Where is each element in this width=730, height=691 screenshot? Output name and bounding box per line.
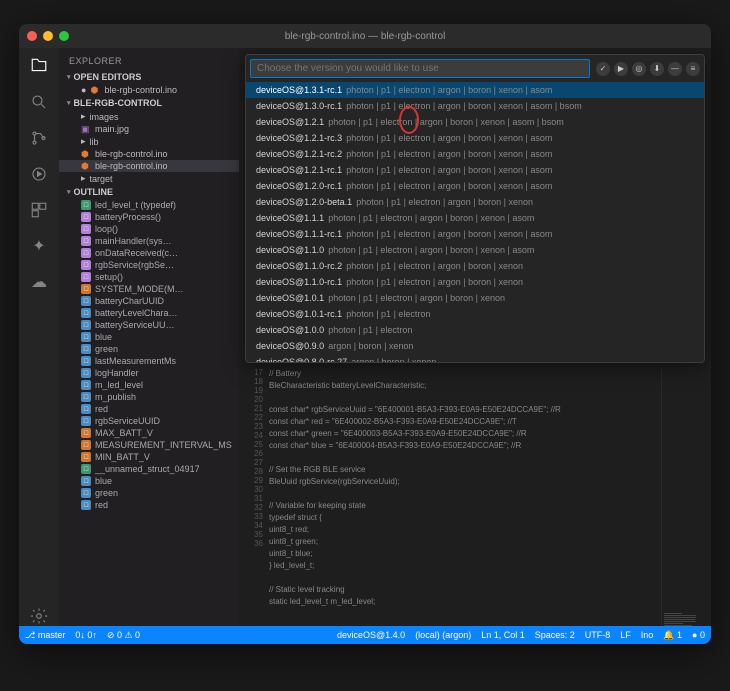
outline-item[interactable]: □green xyxy=(59,343,239,355)
palette-list: deviceOS@1.3.1-rc.1 photon | p1 | electr… xyxy=(246,82,704,362)
status-device[interactable]: deviceOS@1.4.0 xyxy=(337,630,405,640)
outline-item[interactable]: □onDataReceived(c… xyxy=(59,247,239,259)
search-icon[interactable] xyxy=(29,92,49,112)
outline-item[interactable]: □batteryProcess() xyxy=(59,211,239,223)
outline-item[interactable]: □m_led_level xyxy=(59,379,239,391)
status-bell-icon[interactable]: 🔔 1 xyxy=(663,630,682,641)
status-errors[interactable]: ⊘ 0 ⚠ 0 xyxy=(107,630,140,641)
extensions-icon[interactable] xyxy=(29,200,49,220)
palette-item[interactable]: deviceOS@0.8.0-rc.27 argon | boron | xen… xyxy=(246,354,704,362)
open-editors-section[interactable]: OPEN EDITORS xyxy=(59,70,239,84)
folder-lib[interactable]: ▸ lib xyxy=(59,135,239,148)
outline-item[interactable]: □loop() xyxy=(59,223,239,235)
status-eol[interactable]: LF xyxy=(620,630,631,640)
project-section[interactable]: BLE-RGB-CONTROL xyxy=(59,96,239,110)
palette-item[interactable]: deviceOS@1.1.1 photon | p1 | electron | … xyxy=(246,210,704,226)
palette-input[interactable] xyxy=(250,59,590,78)
palette-item[interactable]: deviceOS@1.3.1-rc.1 photon | p1 | electr… xyxy=(246,82,704,98)
outline-item[interactable]: □logHandler xyxy=(59,367,239,379)
sidebar-header: EXPLORER xyxy=(59,52,239,70)
status-language[interactable]: Ino xyxy=(641,630,654,640)
outline-item[interactable]: □green xyxy=(59,487,239,499)
palette-item[interactable]: deviceOS@1.1.0-rc.2 photon | p1 | electr… xyxy=(246,258,704,274)
palette-item[interactable]: deviceOS@1.0.1-rc.1 photon | p1 | electr… xyxy=(246,306,704,322)
editor-body: ✦ ☁ EXPLORER OPEN EDITORS ● ⬢ble-rgb-con… xyxy=(19,48,711,626)
palette-item[interactable]: deviceOS@1.1.0-rc.1 photon | p1 | electr… xyxy=(246,274,704,290)
outline-item[interactable]: □rgbServiceUUID xyxy=(59,415,239,427)
palette-download-icon[interactable]: ⬇ xyxy=(650,62,664,76)
file-main-jpg[interactable]: ▣main.jpg xyxy=(59,123,239,135)
status-rec-icon[interactable]: ● 0 xyxy=(692,630,705,640)
palette-play-icon[interactable]: ▶ xyxy=(614,62,628,76)
outline-item[interactable]: □blue xyxy=(59,475,239,487)
titlebar: ble-rgb-control.ino — ble-rgb-control xyxy=(19,24,711,48)
activity-bar: ✦ ☁ xyxy=(19,48,59,626)
outline-section[interactable]: OUTLINE xyxy=(59,185,239,199)
palette-item[interactable]: deviceOS@1.2.1-rc.3 photon | p1 | electr… xyxy=(246,130,704,146)
outline-item[interactable]: □MAX_BATT_V xyxy=(59,427,239,439)
outline-item[interactable]: □red xyxy=(59,403,239,415)
status-bar: ⎇ master 0↓ 0↑ ⊘ 0 ⚠ 0 deviceOS@1.4.0 (l… xyxy=(19,626,711,644)
particle-icon[interactable]: ✦ xyxy=(29,236,49,256)
status-spaces[interactable]: Spaces: 2 xyxy=(535,630,575,640)
palette-item[interactable]: deviceOS@1.3.0-rc.1 photon | p1 | electr… xyxy=(246,98,704,114)
window-title: ble-rgb-control.ino — ble-rgb-control xyxy=(19,31,711,42)
palette-item[interactable]: deviceOS@1.1.1-rc.1 photon | p1 | electr… xyxy=(246,226,704,242)
outline-item[interactable]: □red xyxy=(59,499,239,511)
status-branch[interactable]: ⎇ master xyxy=(25,630,65,641)
outline-item[interactable]: □mainHandler(sys… xyxy=(59,235,239,247)
status-encoding[interactable]: UTF-8 xyxy=(585,630,611,640)
outline-item[interactable]: □MEASUREMENT_INTERVAL_MS xyxy=(59,439,239,451)
outline-item[interactable]: □setup() xyxy=(59,271,239,283)
palette-item[interactable]: deviceOS@1.1.0 photon | p1 | electron | … xyxy=(246,242,704,258)
source-control-icon[interactable] xyxy=(29,128,49,148)
palette-item[interactable]: deviceOS@1.0.0 photon | p1 | electron xyxy=(246,322,704,338)
debug-icon[interactable] xyxy=(29,164,49,184)
outline-item[interactable]: □led_level_t (typedef) xyxy=(59,199,239,211)
folder-target[interactable]: ▸ target xyxy=(59,172,239,185)
outline-item[interactable]: □m_publish xyxy=(59,391,239,403)
line-gutter: 1718192021222324252627282930313233343536 xyxy=(239,368,269,626)
palette-menu-icon[interactable]: ≡ xyxy=(686,62,700,76)
file-ino-2[interactable]: ⬢ble-rgb-control.ino xyxy=(59,160,239,172)
editor-window: ble-rgb-control.ino — ble-rgb-control ✦ … xyxy=(19,24,711,644)
status-target[interactable]: (local) (argon) xyxy=(415,630,471,640)
palette-item[interactable]: deviceOS@1.0.1 photon | p1 | electron | … xyxy=(246,290,704,306)
outline-item[interactable]: □MIN_BATT_V xyxy=(59,451,239,463)
palette-item[interactable]: deviceOS@1.2.1-rc.2 photon | p1 | electr… xyxy=(246,146,704,162)
status-sync[interactable]: 0↓ 0↑ xyxy=(75,630,97,640)
palette-target-icon[interactable]: ◎ xyxy=(632,62,646,76)
code-content[interactable]: // BatteryBleCharacteristic batteryLevel… xyxy=(269,368,661,626)
outline-item[interactable]: □__unnamed_struct_04917 xyxy=(59,463,239,475)
outline-item[interactable]: □SYSTEM_MODE(M… xyxy=(59,283,239,295)
settings-icon[interactable] xyxy=(29,606,49,626)
cloud-icon[interactable]: ☁ xyxy=(29,272,49,292)
palette-item[interactable]: deviceOS@1.2.0-rc.1 photon | p1 | electr… xyxy=(246,178,704,194)
outline-item[interactable]: □lastMeasurementMs xyxy=(59,355,239,367)
palette-item[interactable]: deviceOS@1.2.0-beta.1 photon | p1 | elec… xyxy=(246,194,704,210)
status-cursor[interactable]: Ln 1, Col 1 xyxy=(481,630,525,640)
outline-item[interactable]: □batteryCharUUID xyxy=(59,295,239,307)
file-ino-1[interactable]: ⬢ble-rgb-control.ino xyxy=(59,148,239,160)
palette-item[interactable]: deviceOS@1.2.1 photon | p1 | electron | … xyxy=(246,114,704,130)
explorer-icon[interactable] xyxy=(29,56,49,76)
palette-check-icon[interactable]: ✓ xyxy=(596,62,610,76)
folder-images[interactable]: ▸ images xyxy=(59,110,239,123)
palette-item[interactable]: deviceOS@1.2.1-rc.1 photon | p1 | electr… xyxy=(246,162,704,178)
outline-item[interactable]: □blue xyxy=(59,331,239,343)
palette-item[interactable]: deviceOS@0.9.0 argon | boron | xenon xyxy=(246,338,704,354)
outline-item[interactable]: □batteryLevelChara… xyxy=(59,307,239,319)
sidebar: EXPLORER OPEN EDITORS ● ⬢ble-rgb-control… xyxy=(59,48,239,626)
palette-dash-icon[interactable]: — xyxy=(668,62,682,76)
outline-item[interactable]: □batteryServiceUU… xyxy=(59,319,239,331)
minimap[interactable] xyxy=(661,368,711,626)
open-editor-item[interactable]: ● ⬢ble-rgb-control.ino xyxy=(59,84,239,96)
command-palette: ✓ ▶ ◎ ⬇ — ≡ deviceOS@1.3.1-rc.1 photon |… xyxy=(239,48,711,363)
outline-item[interactable]: □rgbService(rgbSe… xyxy=(59,259,239,271)
editor-area: ✓ ▶ ◎ ⬇ — ≡ deviceOS@1.3.1-rc.1 photon |… xyxy=(239,48,711,626)
